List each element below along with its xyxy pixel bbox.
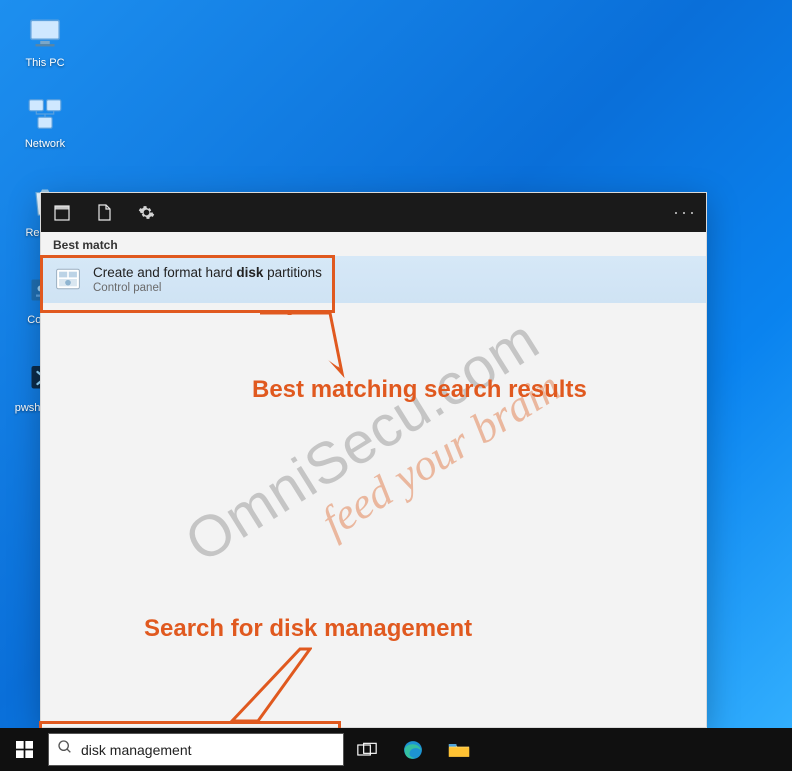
taskbar-search-box[interactable] — [48, 733, 344, 766]
edge-browser-button[interactable] — [390, 728, 436, 771]
best-match-heading: Best match — [41, 232, 706, 256]
pc-icon — [25, 13, 65, 53]
taskbar — [0, 728, 792, 771]
desktop-icon-label: This PC — [10, 57, 80, 70]
start-button[interactable] — [0, 728, 48, 771]
watermark-line1: OmniSecu.com — [173, 306, 550, 576]
desktop-background: This PC Network Recycle Control pwsh Sho… — [0, 0, 792, 771]
task-view-button[interactable] — [344, 728, 390, 771]
annotation-text-top: Best matching search results — [252, 376, 587, 404]
best-match-subtitle: Control panel — [93, 282, 322, 294]
disk-partition-icon — [55, 266, 81, 292]
network-icon — [25, 94, 65, 134]
documents-filter-icon[interactable] — [93, 202, 115, 224]
best-match-result[interactable]: Create and format hard disk partitions C… — [41, 256, 706, 303]
watermark: OmniSecu.com feed your brain — [173, 306, 574, 614]
best-match-title: Create and format hard disk partitions — [93, 265, 322, 282]
settings-filter-icon[interactable] — [135, 202, 157, 224]
desktop-icon-label: Network — [10, 138, 80, 151]
search-panel-topbar: ··· — [41, 193, 706, 232]
apps-filter-icon[interactable] — [51, 202, 73, 224]
file-explorer-button[interactable] — [436, 728, 482, 771]
desktop-icon-network[interactable]: Network — [10, 94, 80, 151]
more-options-button[interactable]: ··· — [674, 202, 696, 224]
annotation-text-bottom: Search for disk management — [144, 615, 472, 643]
taskbar-search-input[interactable] — [81, 742, 335, 758]
start-search-panel: ··· Best match Create and format hard di… — [40, 192, 707, 728]
desktop-icon-this-pc[interactable]: This PC — [10, 13, 80, 70]
search-icon — [57, 739, 73, 760]
